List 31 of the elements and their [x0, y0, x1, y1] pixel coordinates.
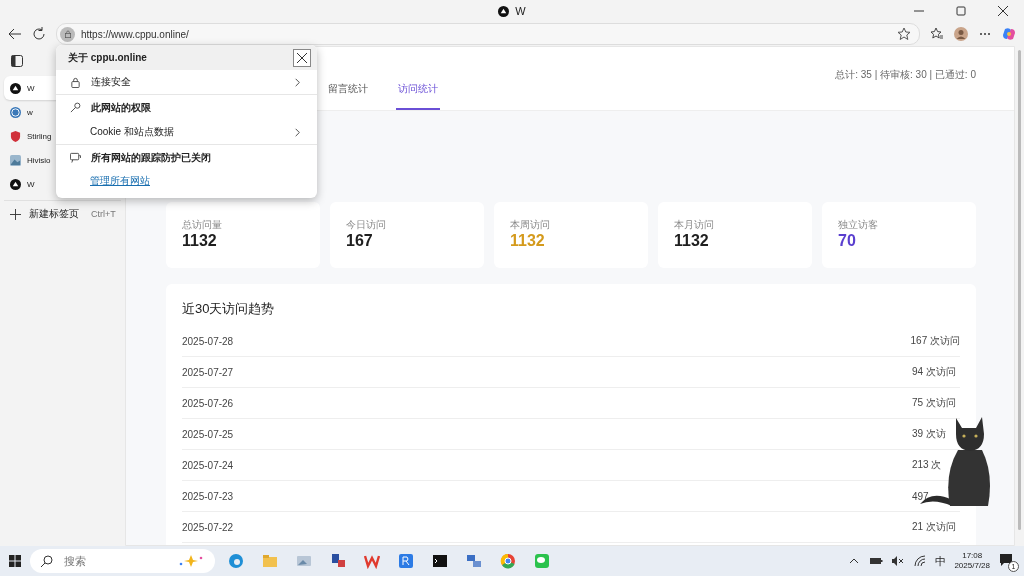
popup-title: 关于 cppu.online	[68, 50, 147, 65]
visit-count: 167 次访问	[910, 334, 960, 348]
stat-value: 1132	[674, 232, 710, 250]
stat-value: 1132	[510, 232, 546, 250]
date-text: 2025-07-26	[182, 397, 234, 409]
stat-label: 本月访问	[674, 218, 715, 232]
visit-count: 213 次	[912, 458, 943, 472]
date-text: 2025-07-23	[182, 490, 234, 502]
section-heading: 此网站的权限	[91, 100, 152, 115]
stat-label: 独立访客	[838, 218, 879, 232]
stat-label: 今日访问	[346, 218, 387, 232]
visit-count: 497	[912, 490, 930, 502]
visit-count: 39 次访	[912, 427, 947, 441]
section-heading: 所有网站的跟踪防护已关闭	[91, 150, 212, 165]
stat-label: 总访问量	[182, 218, 223, 232]
stat-value: 1132	[182, 232, 218, 250]
date-text: 2025-07-25	[182, 428, 234, 440]
window-title: W	[515, 5, 526, 17]
visit-count: 94 次访问	[912, 365, 957, 379]
visit-count: 21 次访问	[912, 520, 957, 534]
shortcut-label: Ctrl+T	[91, 209, 116, 219]
date-text: 2025-07-22	[182, 521, 234, 533]
summary-text: 总计: 35 | 待审核: 30 | 已通过: 0	[835, 68, 976, 82]
date-text: 2025-07-27	[182, 366, 234, 378]
stat-value: 167	[346, 232, 374, 250]
stat-value: 70	[838, 232, 857, 250]
date-text: 2025-07-28	[182, 335, 234, 347]
trend-title: 近30天访问趋势	[182, 300, 276, 318]
visit-count: 75 次访问	[912, 396, 957, 410]
date-text: 2025-07-24	[182, 459, 234, 471]
stat-label: 本周访问	[510, 218, 551, 232]
